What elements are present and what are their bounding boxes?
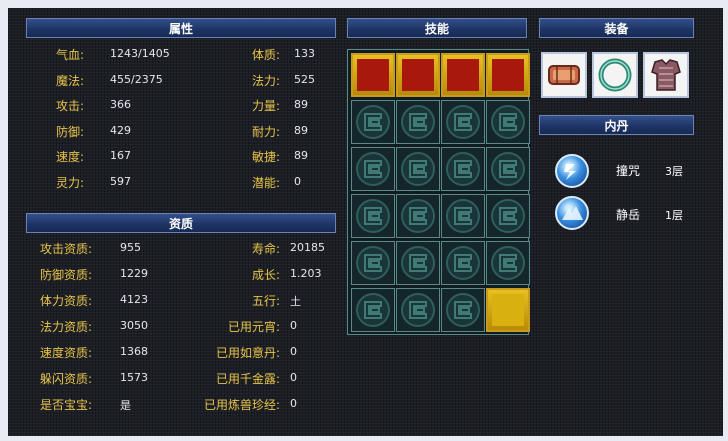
apt-label-1: 攻击资质: [40, 242, 93, 256]
attr-value-4: 429 [110, 123, 131, 137]
apt-value2-2: 1.203 [290, 267, 322, 280]
claw-strike-icon[interactable] [351, 53, 395, 97]
empty-skill-slot[interactable] [441, 241, 485, 285]
apt-value-3: 4123 [120, 293, 148, 306]
attr-label-4: 防御: [56, 124, 85, 139]
empty-skill-slot[interactable] [351, 147, 395, 191]
attr-value2-5: 89 [294, 149, 308, 162]
equip-slot-ring[interactable] [592, 52, 638, 98]
empty-skill-slot[interactable] [396, 100, 440, 144]
pet-info-panel: 属性 气血: 1243/1405 体质: 133 魔法: 455/2375 法力: 525 攻击… [8, 8, 723, 436]
apt-label-2: 防御资质: [40, 268, 93, 282]
broken-shield-icon[interactable] [441, 53, 485, 97]
aptitude-header: 资质 [26, 213, 336, 233]
apt-value-2: 1229 [120, 267, 148, 280]
empty-skill-slot[interactable] [351, 241, 395, 285]
empty-skill-slot[interactable] [441, 288, 485, 332]
apt-value-4: 3050 [120, 319, 148, 332]
empty-skill-slot[interactable] [486, 194, 530, 238]
apt-label-7: 是否宝宝: [40, 398, 93, 412]
apt-value2-4: 0 [290, 319, 297, 332]
attr-label2-1: 体质: [251, 48, 280, 62]
attr-label-3: 攻击: [56, 99, 85, 113]
triple-orb-icon[interactable] [486, 288, 530, 332]
attr-label2-2: 法力: [251, 73, 280, 88]
heart-pact-icon[interactable] [486, 53, 530, 97]
attr-value2-2: 525 [294, 72, 315, 86]
apt-value2-7: 0 [290, 397, 297, 410]
jade-ring-icon [598, 58, 632, 92]
inner-elixir-name-1: 撞咒 [616, 164, 641, 178]
equip-slot-armor[interactable] [643, 52, 689, 98]
attr-label2-5: 敏捷: [251, 150, 280, 164]
attr-label2-6: 潜能: [251, 175, 280, 190]
empty-skill-slot[interactable] [351, 288, 395, 332]
attr-label2-4: 耐力: [251, 124, 280, 139]
apt-label-5: 速度资质: [40, 346, 93, 360]
attributes-header: 属性 [26, 18, 336, 38]
attr-label2-3: 力量: [251, 99, 280, 113]
apt-label2-6: 已用千金露: [215, 372, 280, 386]
apt-value2-5: 0 [290, 345, 297, 358]
apt-label2-7: 已用炼兽珍经: [203, 398, 280, 412]
apt-value2-3: 土 [290, 295, 301, 308]
attr-value-2: 455/2375 [110, 72, 163, 86]
attr-value-5: 167 [110, 149, 131, 162]
empty-skill-slot[interactable] [486, 147, 530, 191]
empty-skill-slot[interactable] [441, 194, 485, 238]
apt-value2-6: 0 [290, 371, 297, 384]
skill-grid [347, 49, 530, 335]
attr-value-3: 366 [110, 98, 131, 111]
empty-skill-slot[interactable] [441, 100, 485, 144]
empty-skill-slot[interactable] [396, 288, 440, 332]
empty-skill-slot[interactable] [396, 241, 440, 285]
lightning-orb-icon[interactable] [555, 154, 589, 188]
mountain-orb-icon[interactable] [555, 196, 589, 230]
attr-label-6: 灵力: [56, 175, 85, 190]
empty-skill-slot[interactable] [441, 147, 485, 191]
apt-label-6: 躲闪资质: [40, 372, 93, 386]
attr-value2-6: 0 [294, 174, 301, 188]
apt-value-1: 955 [120, 241, 141, 254]
apt-value-6: 1573 [120, 371, 148, 384]
apt-label2-4: 已用元宵: [227, 320, 280, 334]
apt-value-7: 是 [120, 399, 131, 412]
attr-label-5: 速度: [56, 150, 85, 164]
bracer-icon [548, 65, 580, 85]
apt-label-4: 法力资质: [40, 320, 93, 334]
apt-label2-5: 已用如意丹: [215, 346, 280, 360]
apt-value2-1: 20185 [290, 241, 325, 254]
apt-label2-1: 寿命: [251, 242, 280, 256]
apt-label2-3: 五行: [251, 294, 280, 308]
attr-value2-4: 89 [294, 123, 308, 137]
equip-slot-bracer[interactable] [541, 52, 587, 98]
inner-elixir-level-2: 1层 [665, 209, 683, 222]
attr-label-1: 气血: [56, 48, 85, 62]
apt-label2-2: 成长: [251, 268, 280, 282]
empty-skill-slot[interactable] [396, 194, 440, 238]
equipment-header: 装备 [539, 18, 694, 38]
empty-skill-slot[interactable] [351, 194, 395, 238]
attr-label-2: 魔法: [56, 73, 85, 88]
attr-value2-3: 89 [294, 98, 308, 111]
empty-skill-slot[interactable] [486, 241, 530, 285]
skills-header: 技能 [347, 18, 527, 38]
empty-skill-slot[interactable] [351, 100, 395, 144]
inner-elixir-header: 内丹 [539, 115, 694, 135]
attr-value2-1: 133 [294, 47, 315, 60]
apt-label-3: 体力资质: [40, 294, 93, 308]
inner-elixir-name-2: 静岳 [616, 208, 641, 222]
inner-elixir-level-1: 3层 [665, 165, 683, 178]
armor-icon [651, 59, 681, 91]
empty-skill-slot[interactable] [396, 147, 440, 191]
attr-value-6: 597 [110, 174, 131, 188]
empty-skill-slot[interactable] [486, 100, 530, 144]
apt-value-5: 1368 [120, 345, 148, 358]
warrior-silhouette-icon[interactable] [396, 53, 440, 97]
